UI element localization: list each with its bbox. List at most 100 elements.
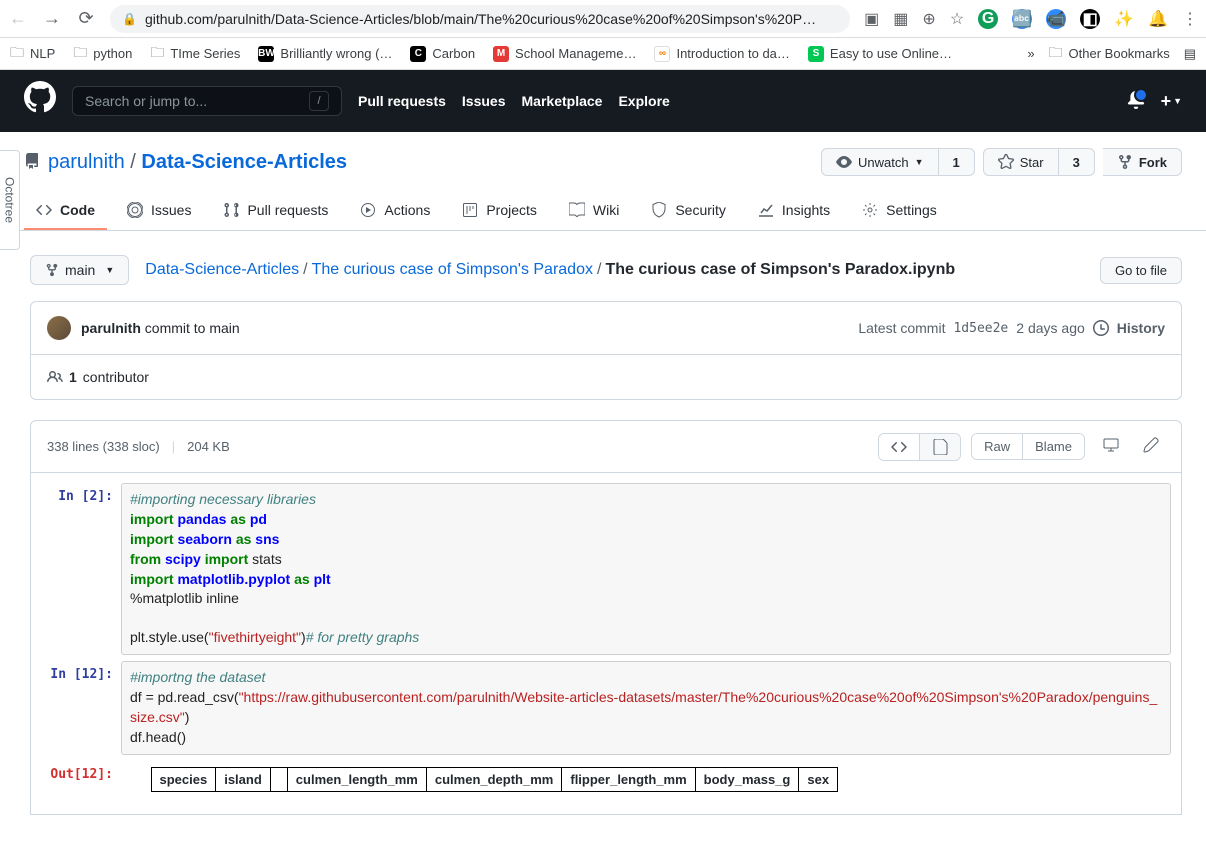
- translate-icon[interactable]: 🔤: [1012, 9, 1032, 29]
- avatar[interactable]: [47, 316, 71, 340]
- output-cell: speciesisland culmen_length_mmculmen_dep…: [121, 761, 1171, 798]
- bookmark-school[interactable]: MSchool Manageme…: [493, 46, 636, 62]
- file-size: 204 KB: [187, 439, 230, 454]
- prompt-in: In [2]:: [41, 483, 121, 655]
- rendered-view-button[interactable]: [920, 434, 960, 460]
- raw-button[interactable]: Raw: [972, 434, 1023, 459]
- octotree-tab[interactable]: Octotree: [0, 150, 20, 250]
- folder-icon: 🗀: [73, 42, 87, 66]
- tab-wiki[interactable]: Wiki: [557, 192, 631, 230]
- site-icon: BW: [258, 46, 274, 62]
- crumb-folder[interactable]: The curious case of Simpson's Paradox: [312, 261, 593, 279]
- file-nav: main▼ Data-Science-Articles / The curiou…: [30, 255, 1182, 285]
- edit-icon[interactable]: [1137, 431, 1165, 462]
- blame-button[interactable]: Blame: [1023, 434, 1084, 459]
- code-cell: #importng the dataset df = pd.read_csv("…: [121, 661, 1171, 755]
- url-bar[interactable]: 🔒 github.com/parulnith/Data-Science-Arti…: [110, 5, 850, 33]
- other-bookmarks[interactable]: 🗀Other Bookmarks: [1049, 42, 1170, 66]
- output-table: speciesisland culmen_length_mmculmen_dep…: [121, 767, 838, 792]
- nav-explore[interactable]: Explore: [618, 93, 669, 109]
- bookmark-timeseries[interactable]: 🗀TIme Series: [150, 42, 240, 66]
- tab-actions[interactable]: Actions: [348, 192, 442, 230]
- reader-icon[interactable]: ▣: [864, 9, 879, 29]
- prompt-out: Out[12]:: [41, 761, 121, 798]
- bookmark-brilliantly[interactable]: BWBrilliantly wrong (…: [258, 46, 392, 62]
- repo-header: parulnith / Data-Science-Articles Unwatc…: [0, 132, 1206, 176]
- reload-button[interactable]: ⟳: [76, 8, 96, 29]
- contributors[interactable]: 1 contributor: [47, 369, 149, 385]
- file-header: 338 lines (338 sloc) | 204 KB Raw Blame: [30, 420, 1182, 473]
- bookmark-carbon[interactable]: CCarbon: [410, 46, 475, 62]
- commit-sha[interactable]: 1d5ee2e: [953, 321, 1008, 336]
- github-logo[interactable]: [24, 81, 56, 121]
- back-button[interactable]: ←: [8, 8, 28, 29]
- tab-code[interactable]: Code: [24, 192, 107, 230]
- bookmark-intro[interactable]: ∞Introduction to da…: [654, 46, 789, 62]
- repo-name-link[interactable]: Data-Science-Articles: [141, 151, 347, 173]
- browser-toolbar: ← → ⟳ 🔒 github.com/parulnith/Data-Scienc…: [0, 0, 1206, 38]
- star-button[interactable]: Star: [983, 148, 1059, 176]
- folder-icon: 🗀: [150, 42, 164, 66]
- star-icon[interactable]: ☆: [950, 9, 964, 29]
- fork-button[interactable]: Fork: [1103, 148, 1182, 176]
- slash-hint: /: [309, 91, 329, 111]
- tab-insights[interactable]: Insights: [746, 192, 842, 230]
- notebook: In [2]: #importing necessary libraries i…: [30, 473, 1182, 815]
- github-nav: Pull requests Issues Marketplace Explore: [358, 93, 670, 109]
- prompt-in: In [12]:: [41, 661, 121, 755]
- unwatch-button[interactable]: Unwatch ▼: [821, 148, 939, 176]
- commit-time: 2 days ago: [1016, 320, 1085, 336]
- commit-message: parulnith commit to main: [81, 320, 848, 336]
- tab-settings[interactable]: Settings: [850, 192, 949, 230]
- qr-icon[interactable]: ▦: [893, 9, 908, 29]
- notifications-icon[interactable]: 🔔: [1148, 9, 1168, 29]
- desktop-icon[interactable]: [1097, 431, 1125, 462]
- search-input[interactable]: Search or jump to... /: [72, 86, 342, 116]
- repo-tabs: Code Issues Pull requests Actions Projec…: [0, 192, 1206, 231]
- tab-projects[interactable]: Projects: [450, 192, 549, 230]
- site-icon: C: [410, 46, 426, 62]
- zoom-ext-icon[interactable]: 📹: [1046, 9, 1066, 29]
- nav-marketplace[interactable]: Marketplace: [522, 93, 603, 109]
- site-icon: M: [493, 46, 509, 62]
- site-icon: ∞: [654, 46, 670, 62]
- goto-file-button[interactable]: Go to file: [1100, 257, 1182, 284]
- zoom-icon[interactable]: ⊕: [922, 9, 935, 29]
- line-count: 338 lines (338 sloc): [47, 439, 160, 454]
- bookmarks-bar: 🗀NLP 🗀python 🗀TIme Series BWBrilliantly …: [0, 38, 1206, 70]
- forward-button[interactable]: →: [42, 8, 62, 29]
- nav-issues[interactable]: Issues: [462, 93, 506, 109]
- folder-icon: 🗀: [1049, 42, 1063, 66]
- unwatch-count[interactable]: 1: [939, 148, 975, 176]
- url-text: github.com/parulnith/Data-Science-Articl…: [145, 11, 838, 27]
- lock-icon: 🔒: [122, 12, 137, 26]
- bookmark-easy[interactable]: SEasy to use Online…: [808, 46, 952, 62]
- bookmark-python[interactable]: 🗀python: [73, 42, 132, 66]
- history-icon[interactable]: [1093, 320, 1109, 336]
- tab-security[interactable]: Security: [639, 192, 738, 230]
- browser-actions: ▣ ▦ ⊕ ☆ G 🔤 📹 ◧ ✨ 🔔 ⋮: [864, 9, 1198, 29]
- star-count[interactable]: 3: [1059, 148, 1095, 176]
- menu-icon[interactable]: ⋮: [1182, 9, 1198, 29]
- site-icon: S: [808, 46, 824, 62]
- code-cell: #importing necessary libraries import pa…: [121, 483, 1171, 655]
- bookmarks-overflow[interactable]: »: [1027, 46, 1034, 61]
- source-view-button[interactable]: [879, 434, 920, 460]
- folder-icon: 🗀: [10, 42, 24, 66]
- grammarly-icon[interactable]: G: [978, 9, 998, 29]
- bookmark-nlp[interactable]: 🗀NLP: [10, 42, 55, 66]
- history-link[interactable]: History: [1117, 320, 1165, 336]
- branch-selector[interactable]: main▼: [30, 255, 129, 285]
- notifications-icon[interactable]: [1127, 91, 1145, 112]
- repo-owner-link[interactable]: parulnith: [48, 151, 125, 173]
- breadcrumb: Data-Science-Articles / The curious case…: [145, 261, 955, 279]
- ext-icon-2[interactable]: ✨: [1114, 9, 1134, 29]
- tab-issues[interactable]: Issues: [115, 192, 203, 230]
- tab-pulls[interactable]: Pull requests: [211, 192, 340, 230]
- add-menu[interactable]: +▼: [1161, 91, 1182, 112]
- nav-pull-requests[interactable]: Pull requests: [358, 93, 446, 109]
- reading-list-icon[interactable]: ▤: [1184, 46, 1196, 62]
- crumb-repo[interactable]: Data-Science-Articles: [145, 261, 299, 279]
- github-header: Search or jump to... / Pull requests Iss…: [0, 70, 1206, 132]
- ext-icon[interactable]: ◧: [1080, 9, 1100, 29]
